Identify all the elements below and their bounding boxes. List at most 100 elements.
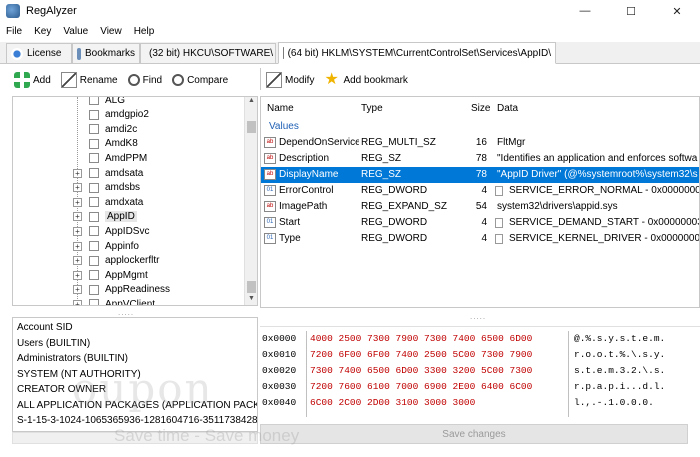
column-data[interactable]: Data [497, 97, 518, 119]
tree-item-label: AppMgmt [105, 269, 148, 281]
value-row[interactable]: 01 ErrorControl REG_DWORD 4 SERVICE_ERROR_NO… [261, 183, 699, 199]
menu-file[interactable]: File [0, 26, 28, 37]
folder-icon [89, 241, 99, 251]
value-size: 4 [481, 217, 487, 228]
tree-item[interactable]: + applockerfltr [13, 254, 233, 268]
tab-label: License [27, 48, 62, 59]
tab-license[interactable]: License [6, 43, 72, 63]
menu-key[interactable]: Key [28, 26, 57, 37]
star-icon: ★ [324, 71, 339, 88]
hex-editor[interactable]: 0x0000 4000 2500 7300 7900 7300 7400 6500… [260, 326, 700, 424]
tab-hkcu-software[interactable]: (32 bit) HKCU\SOFTWARE\ [140, 43, 276, 63]
tree-item[interactable]: amdi2c [13, 122, 233, 136]
tree-item[interactable]: ALG [13, 97, 233, 107]
rename-label: Rename [79, 74, 118, 86]
value-data: FltMgr [497, 137, 526, 148]
column-size[interactable]: Size [471, 97, 490, 119]
value-row[interactable]: 01 Type REG_DWORD 4 SERVICE_KERNEL_DRIVER - … [261, 231, 699, 247]
value-row[interactable]: ab ImagePath REG_EXPAND_SZ 54 system32\drive… [261, 199, 699, 215]
acl-entry[interactable]: SYSTEM (NT AUTHORITY) [17, 369, 141, 382]
menu-help[interactable]: Help [128, 26, 161, 37]
string-value-icon: ab [264, 169, 276, 180]
tree-item[interactable]: + AppVClient [13, 297, 233, 305]
find-button[interactable]: Find [127, 74, 163, 86]
menu-view[interactable]: View [94, 26, 128, 37]
tree-item[interactable]: + AppReadiness [13, 283, 233, 297]
tree-item[interactable]: + Appinfo [13, 239, 233, 253]
tree-item[interactable]: AmdK8 [13, 137, 233, 151]
expand-toggle-icon[interactable]: + [73, 212, 82, 222]
column-name[interactable]: Name [267, 97, 294, 119]
tree-item-label: AmdK8 [105, 138, 138, 150]
expand-toggle-icon[interactable]: + [73, 168, 82, 178]
bookmarks-icon [77, 47, 81, 60]
tree-item-label: amdgpio2 [105, 109, 149, 121]
scrollbar-thumb[interactable] [247, 121, 256, 133]
modify-button[interactable]: Modify [266, 72, 314, 88]
acl-horizontal-scrollbar[interactable] [12, 432, 258, 444]
hex-ascii: s.t.e.m.3.2.\.s. [574, 365, 666, 376]
add-button[interactable]: Add [14, 72, 51, 88]
tab-hklm-appid[interactable]: (64 bit) HKLM\SYSTEM\CurrentControlSet\S… [278, 42, 556, 64]
hex-ascii: @.%.s.y.s.t.e.m. [574, 333, 666, 344]
scroll-down-arrow[interactable]: ▼ [247, 295, 256, 305]
expand-toggle-icon[interactable]: + [73, 299, 82, 305]
tree-item[interactable]: amdgpio2 [13, 108, 233, 122]
expand-toggle-icon[interactable]: + [73, 226, 82, 236]
registry-tree[interactable]: ALG amdgpio2 amdi2c AmdK8 AmdPPM + amdsata + amd… [12, 96, 258, 306]
add-bookmark-button[interactable]: ★ Add bookmark [324, 72, 407, 88]
expand-toggle-icon[interactable]: + [73, 270, 82, 280]
tree-item[interactable]: + amdsbs [13, 181, 233, 195]
tree-item[interactable]: + amdxata [13, 195, 233, 209]
permissions-list[interactable]: Account SID Users (BUILTIN) Administrato… [12, 317, 258, 432]
scroll-up-arrow[interactable]: ▲ [247, 97, 256, 107]
expand-toggle-icon[interactable]: + [73, 256, 82, 266]
acl-entry[interactable]: Users (BUILTIN) [17, 338, 90, 351]
tree-item[interactable]: + AppID [13, 210, 233, 224]
minimize-button[interactable]: — [562, 0, 608, 22]
rename-button[interactable]: Rename [60, 72, 118, 88]
maximize-button[interactable]: ☐ [608, 0, 654, 22]
expand-toggle-icon[interactable]: + [73, 183, 82, 193]
hex-row[interactable]: 0x0000 4000 2500 7300 7900 7300 7400 6500… [260, 333, 700, 348]
hex-offset: 0x0020 [262, 365, 297, 376]
tree-item[interactable]: + amdsata [13, 166, 233, 180]
value-row[interactable]: ab Description REG_SZ 78 "Identifies an appl… [261, 151, 699, 167]
scrollbar-thumb[interactable] [247, 281, 256, 293]
value-type: REG_MULTI_SZ [361, 137, 436, 148]
tree-scrollbar[interactable]: ▲ ▼ [244, 97, 257, 305]
hex-row[interactable]: 0x0040 6C00 2C00 2D00 3100 3000 3000 l.,.… [260, 397, 700, 412]
value-type: REG_DWORD [361, 185, 428, 196]
menu-value[interactable]: Value [57, 26, 94, 37]
acl-entry[interactable]: Administrators (BUILTIN) [17, 353, 128, 366]
hex-row[interactable]: 0x0020 7300 7400 6500 6D00 3300 3200 5C00… [260, 365, 700, 380]
value-row[interactable]: ab DisplayName REG_SZ 78 "AppID Driver" (@%s… [261, 167, 699, 183]
hex-row[interactable]: 0x0030 7200 7600 6100 7000 6900 2E00 6400… [260, 381, 700, 396]
find-label: Find [142, 74, 163, 86]
value-row[interactable]: ab DependOnService REG_MULTI_SZ 16 FltMgr [261, 135, 699, 151]
compare-button[interactable]: Compare [172, 74, 228, 86]
tree-item[interactable]: + AppMgmt [13, 268, 233, 282]
acl-entry[interactable]: ALL APPLICATION PACKAGES (APPLICATION PA… [17, 400, 257, 413]
save-changes-button[interactable]: Save changes [260, 424, 688, 444]
tab-bookmarks[interactable]: Bookmarks [72, 43, 140, 63]
acl-entry[interactable]: CREATOR OWNER [17, 384, 106, 397]
expand-toggle-icon[interactable]: + [73, 197, 82, 207]
hex-bytes: 6C00 2C00 2D00 3100 3000 3000 [310, 397, 476, 408]
add-label: Add [33, 74, 51, 86]
folder-icon [89, 270, 99, 281]
hex-row[interactable]: 0x0010 7200 6F00 6F00 7400 2500 5C00 7300… [260, 349, 700, 364]
value-type: REG_SZ [361, 153, 402, 164]
close-button[interactable]: ✕ [654, 0, 700, 22]
expand-toggle-icon[interactable]: + [73, 285, 82, 295]
tree-item[interactable]: AmdPPM [13, 151, 233, 165]
menu-bar: File Key Value View Help [0, 22, 700, 40]
splitter-grip[interactable]: ..... [470, 312, 486, 321]
column-type[interactable]: Type [361, 97, 383, 119]
tree-item[interactable]: + AppIDSvc [13, 224, 233, 238]
expand-toggle-icon[interactable]: + [73, 241, 82, 251]
values-list[interactable]: Name Type Size Data Values ab DependOnSer… [260, 96, 700, 308]
value-row[interactable]: 01 Start REG_DWORD 4 SERVICE_DEMAND_START - … [261, 215, 699, 231]
acl-entry[interactable]: S-1-15-3-1024-1065365936-1281604716-3511… [17, 415, 257, 428]
splitter-grip[interactable]: ..... [118, 308, 134, 317]
